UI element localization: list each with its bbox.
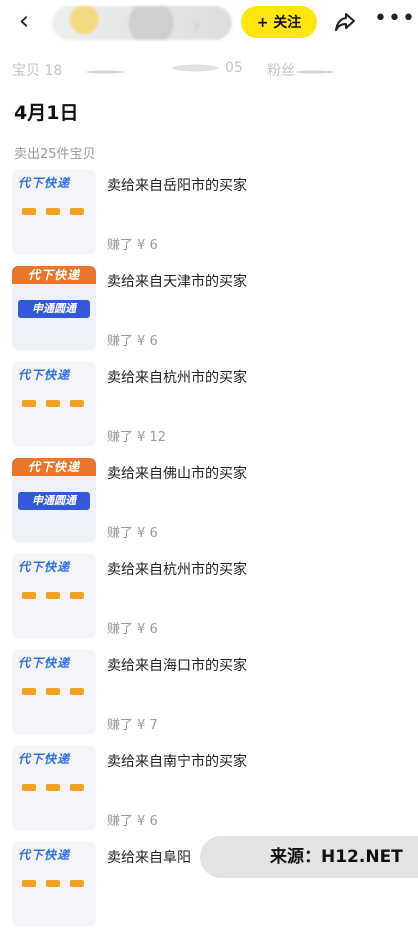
item-title: 卖给来自海口市的买家 xyxy=(107,658,247,674)
list-item[interactable]: 代下快递 申通圆通 卖给来自佛山市的买家 赚了 ¥ 6 xyxy=(0,458,418,554)
thumbnail-decoration xyxy=(22,208,92,216)
shop-stats: 宝贝 18 05 粉丝 xyxy=(0,52,418,92)
thumbnail-heading: 代下快递 xyxy=(18,368,71,382)
thumbnail-decoration xyxy=(22,784,92,792)
thumbnail-dot xyxy=(46,688,60,695)
thumbnail-decoration xyxy=(22,592,92,600)
item-earning: 赚了 ¥ 6 xyxy=(107,622,158,637)
item-thumbnail[interactable]: 代下快递 xyxy=(12,746,96,830)
thumbnail-decoration xyxy=(22,880,92,888)
thumbnail-heading: 代下快递 xyxy=(18,848,71,862)
item-earning: 赚了 ¥ 6 xyxy=(107,814,158,829)
item-thumbnail[interactable]: 代下快递 xyxy=(12,842,96,926)
thumbnail-dot xyxy=(22,688,36,695)
thumbnail-dot xyxy=(22,784,36,791)
list-item[interactable]: 代下快递 卖给来自岳阳市的买家 赚了 ¥ 6 xyxy=(0,170,418,266)
thumbnail-dot xyxy=(22,400,36,407)
item-earning: 赚了 ¥ 6 xyxy=(107,526,158,541)
thumbnail-dot xyxy=(22,880,36,887)
source-watermark: 来源：H12.NET xyxy=(200,836,418,878)
share-icon[interactable] xyxy=(332,8,360,36)
thumbnail-dot xyxy=(70,592,84,599)
item-thumbnail[interactable]: 代下快递 xyxy=(12,650,96,734)
stats-blur-overlay xyxy=(60,52,360,92)
thumbnail-dot xyxy=(22,208,36,215)
list-item[interactable]: 代下快递 卖给来自海口市的买家 赚了 ¥ 7 xyxy=(0,650,418,746)
thumbnail-dot xyxy=(46,784,60,791)
item-earning: 赚了 ¥ 12 xyxy=(107,430,167,445)
thumbnail-dot xyxy=(22,592,36,599)
thumbnail-heading: 代下快递 xyxy=(18,560,71,574)
item-title: 卖给来自佛山市的买家 xyxy=(107,466,247,482)
item-title: 卖给来自岳阳市的买家 xyxy=(107,178,247,194)
shop-name-blurred: y xyxy=(52,6,232,40)
thumbnail-banner: 申通圆通 xyxy=(18,300,90,318)
list-item[interactable]: 代下快递 卖给来自杭州市的买家 赚了 ¥ 12 xyxy=(0,362,418,458)
sold-count-label: 卖出25件宝贝 xyxy=(14,147,96,162)
thumbnail-dot xyxy=(46,592,60,599)
thumbnail-heading: 代下快递 xyxy=(18,752,71,766)
item-title: 卖给来自阜阳 xyxy=(107,850,191,866)
thumbnail-dot xyxy=(46,880,60,887)
item-thumbnail[interactable]: 代下快递 申通圆通 xyxy=(12,266,96,350)
date-heading: 4月1日 xyxy=(14,102,79,124)
item-title: 卖给来自杭州市的买家 xyxy=(107,370,247,386)
item-earning: 赚了 ¥ 6 xyxy=(107,334,158,349)
thumbnail-decoration xyxy=(22,400,92,408)
thumbnail-dot xyxy=(70,400,84,407)
item-thumbnail[interactable]: 代下快递 申通圆通 xyxy=(12,458,96,542)
thumbnail-heading: 代下快递 xyxy=(18,656,71,670)
list-item[interactable]: 代下快递 申通圆通 卖给来自天津市的买家 赚了 ¥ 6 xyxy=(0,266,418,362)
item-thumbnail[interactable]: 代下快递 xyxy=(12,554,96,638)
more-icon[interactable]: ••• xyxy=(374,8,415,36)
item-earning: 赚了 ¥ 6 xyxy=(107,238,158,253)
thumbnail-banner: 申通圆通 xyxy=(18,492,90,510)
items-stat: 宝贝 18 xyxy=(12,63,63,79)
thumbnail-dot xyxy=(70,688,84,695)
thumbnail-dot xyxy=(70,784,84,791)
thumbnail-heading: 代下快递 xyxy=(12,458,96,476)
thumbnail-dot xyxy=(46,208,60,215)
item-earning: 赚了 ¥ 7 xyxy=(107,718,158,733)
thumbnail-dot xyxy=(70,208,84,215)
back-button[interactable]: ‹ xyxy=(10,6,38,36)
item-thumbnail[interactable]: 代下快递 xyxy=(12,170,96,254)
thumbnail-heading: 代下快递 xyxy=(12,266,96,284)
list-item[interactable]: 代下快递 卖给来自杭州市的买家 赚了 ¥ 6 xyxy=(0,554,418,650)
top-bar: ‹ y + 关注 ••• xyxy=(0,0,418,44)
item-title: 卖给来自天津市的买家 xyxy=(107,274,247,290)
thumbnail-dot xyxy=(46,400,60,407)
thumbnail-dot xyxy=(70,880,84,887)
item-title: 卖给来自南宁市的买家 xyxy=(107,754,247,770)
list-item[interactable]: 代下快递 卖给来自南宁市的买家 赚了 ¥ 6 xyxy=(0,746,418,842)
follow-button[interactable]: + 关注 xyxy=(241,6,317,38)
thumbnail-heading: 代下快递 xyxy=(18,176,71,190)
item-thumbnail[interactable]: 代下快递 xyxy=(12,362,96,446)
thumbnail-decoration xyxy=(22,688,92,696)
item-title: 卖给来自杭州市的买家 xyxy=(107,562,247,578)
